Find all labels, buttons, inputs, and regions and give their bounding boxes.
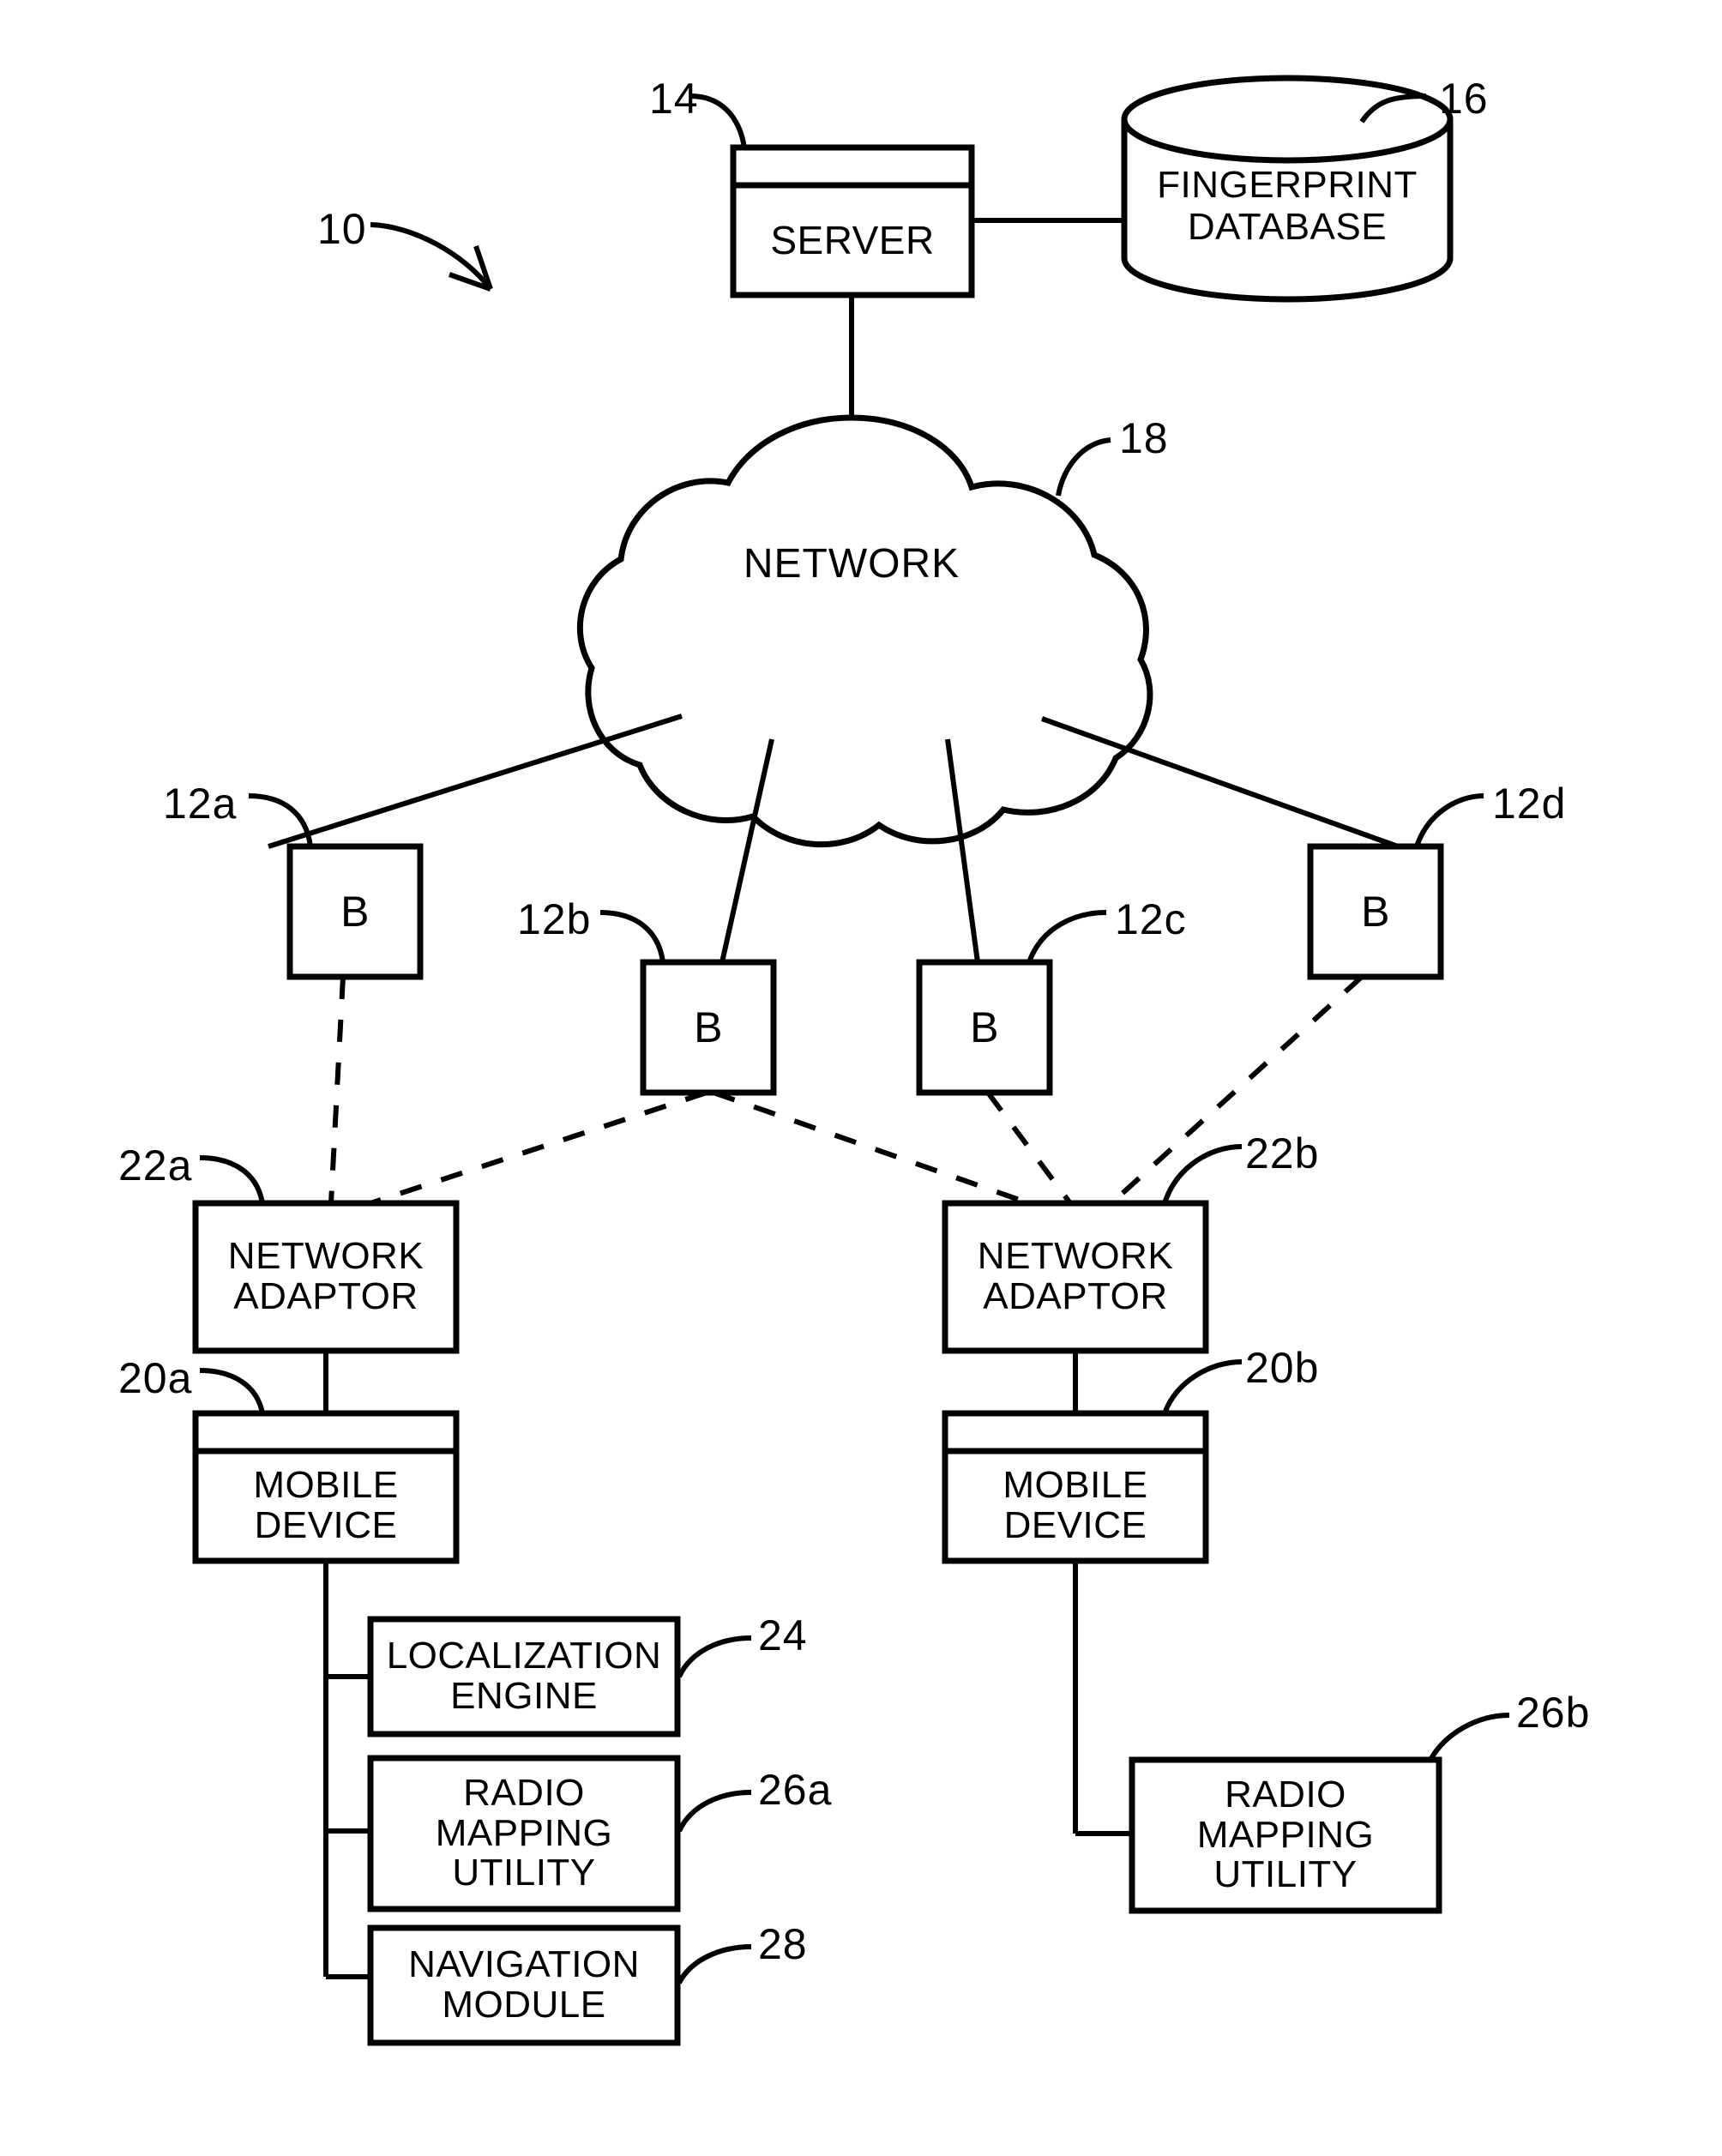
ref-label-20a: 20a [118,1354,193,1402]
ref-label-18: 18 [1119,414,1169,462]
fingerprint-database-shape [1121,75,1454,303]
mobile-device-20a-shape [192,1410,460,1564]
ref-label-22b: 22b [1245,1129,1320,1177]
device-20a-ref-leader [199,1368,265,1414]
ref-label-12a: 12a [163,780,238,828]
ref-label-16: 16 [1439,75,1489,123]
adaptor-22a-ref-leader [199,1155,265,1204]
module-radio-mapping-utility-b-shape [1129,1756,1442,1914]
ref-label-12d: 12d [1492,780,1567,828]
beacon-12a-ref-leader [248,793,313,847]
ref-label-12b: 12b [517,895,592,943]
ref-label-26b: 26b [1516,1689,1591,1737]
ref-label-26a: 26a [758,1766,833,1814]
ref-label-22a: 22a [118,1141,193,1189]
ref-label-28: 28 [758,1920,808,1968]
beacon-12a-shape [286,843,424,980]
module-24-ref-leader [677,1635,752,1678]
overall-ref-arrow [370,222,493,292]
radio-link-12b-to-22a [370,1090,707,1206]
network-ref-leader [1056,437,1111,497]
beacon-12c-shape [916,959,1053,1096]
link-network-beacon-12a [268,714,683,849]
beacon-12b-shape [640,959,777,1096]
beacon-12b-ref-leader [599,910,665,963]
network-adaptor-22a-shape [192,1200,460,1354]
ref-label-20b: 20b [1245,1344,1320,1392]
server-node-shape [730,144,975,298]
module-28-ref-leader [677,1944,752,1984]
radio-link-12a-to-22a [328,976,346,1204]
module-localization-engine-shape [367,1616,681,1737]
beacon-12c-ref-leader [1027,910,1107,964]
ref-label-24: 24 [758,1611,808,1659]
mobile-device-20b-shape [942,1410,1209,1564]
patent-figure: 10 SERVER 14 FINGERPRINT DATABASE 16 NET… [0,0,1722,2156]
module-bus-right [1073,1561,1132,1836]
adaptor-22b-ref-leader [1162,1144,1243,1204]
network-adaptor-22b-shape [942,1200,1209,1354]
radio-link-12c-to-22b [985,1091,1073,1205]
radio-link-12b-to-22b [713,1090,1030,1206]
ref-label-12c: 12c [1115,895,1187,943]
radio-link-12d-to-22b [1109,974,1364,1206]
module-26a-ref-leader [677,1790,752,1833]
figure-vector-layer [192,75,1510,2046]
device-20b-ref-leader [1162,1359,1243,1415]
module-bus-left [323,1561,370,1979]
module-radio-mapping-utility-a-shape [367,1755,681,1912]
module-navigation-module-shape [367,1924,681,2046]
module-26b-ref-leader [1428,1713,1510,1762]
beacon-12d-shape [1307,843,1444,980]
ref-label-14: 14 [649,75,699,123]
ref-label-overall: 10 [317,205,367,253]
beacon-12d-ref-leader [1414,793,1484,848]
